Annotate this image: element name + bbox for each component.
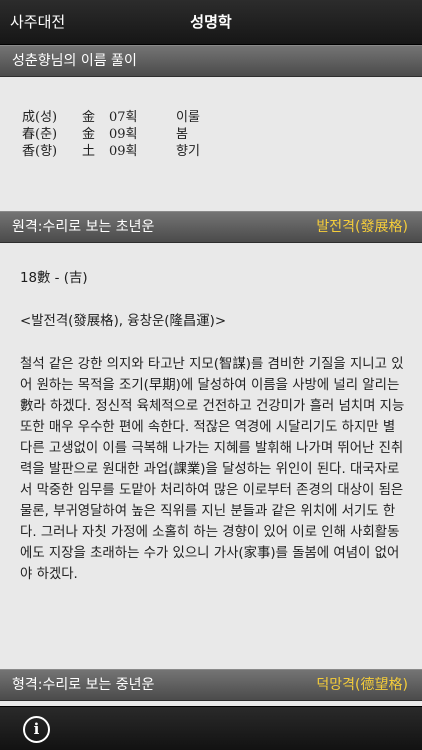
- wongyeok-content: 18數 - (吉) <발전격(發展格), 융창운(隆昌運)> 철석 같은 강한 …: [20, 268, 406, 585]
- back-button[interactable]: 사주대전: [10, 0, 65, 45]
- section-header-hyeonggyeok: 형격:수리로 보는 중년운 덕망격(德望格): [0, 669, 422, 701]
- name-element: 土: [82, 144, 96, 159]
- name-meaning: 이룰: [176, 110, 200, 125]
- fortune-number: 18數 - (吉): [20, 271, 88, 286]
- section-result-badge: 발전격(發展格): [316, 219, 408, 235]
- name-strokes: 09획: [109, 127, 138, 142]
- section-title: 원격:수리로 보는 초년운: [12, 219, 155, 235]
- section-header-wongyeok: 원격:수리로 보는 초년운 발전격(發展格): [0, 211, 422, 243]
- name-hanja: 成(성): [22, 110, 58, 125]
- name-hanja: 香(향): [22, 144, 58, 159]
- bottom-toolbar: i: [0, 706, 422, 750]
- name-strokes: 09획: [109, 144, 138, 159]
- fortune-subtitle: <발전격(發展格), 융창운(隆昌運)>: [20, 314, 227, 329]
- section-header-name-analysis: 성춘향님의 이름 풀이: [0, 45, 422, 77]
- name-strokes: 07획: [109, 110, 138, 125]
- name-meaning: 봄: [176, 127, 188, 142]
- name-meaning: 향기: [176, 144, 200, 159]
- info-icon[interactable]: i: [23, 716, 50, 743]
- name-element: 金: [82, 127, 96, 142]
- section-title: 형격:수리로 보는 중년운: [12, 677, 155, 693]
- section-title: 성춘향님의 이름 풀이: [12, 53, 137, 69]
- fortune-description: 철석 같은 강한 의지와 타고난 지모(智謀)를 겸비한 기질을 지니고 있어 …: [20, 357, 405, 582]
- name-element: 金: [82, 110, 96, 125]
- name-hanja: 春(춘): [22, 127, 58, 142]
- navigation-bar: 사주대전 성명학: [0, 0, 422, 45]
- section-result-badge: 덕망격(德望格): [316, 677, 408, 693]
